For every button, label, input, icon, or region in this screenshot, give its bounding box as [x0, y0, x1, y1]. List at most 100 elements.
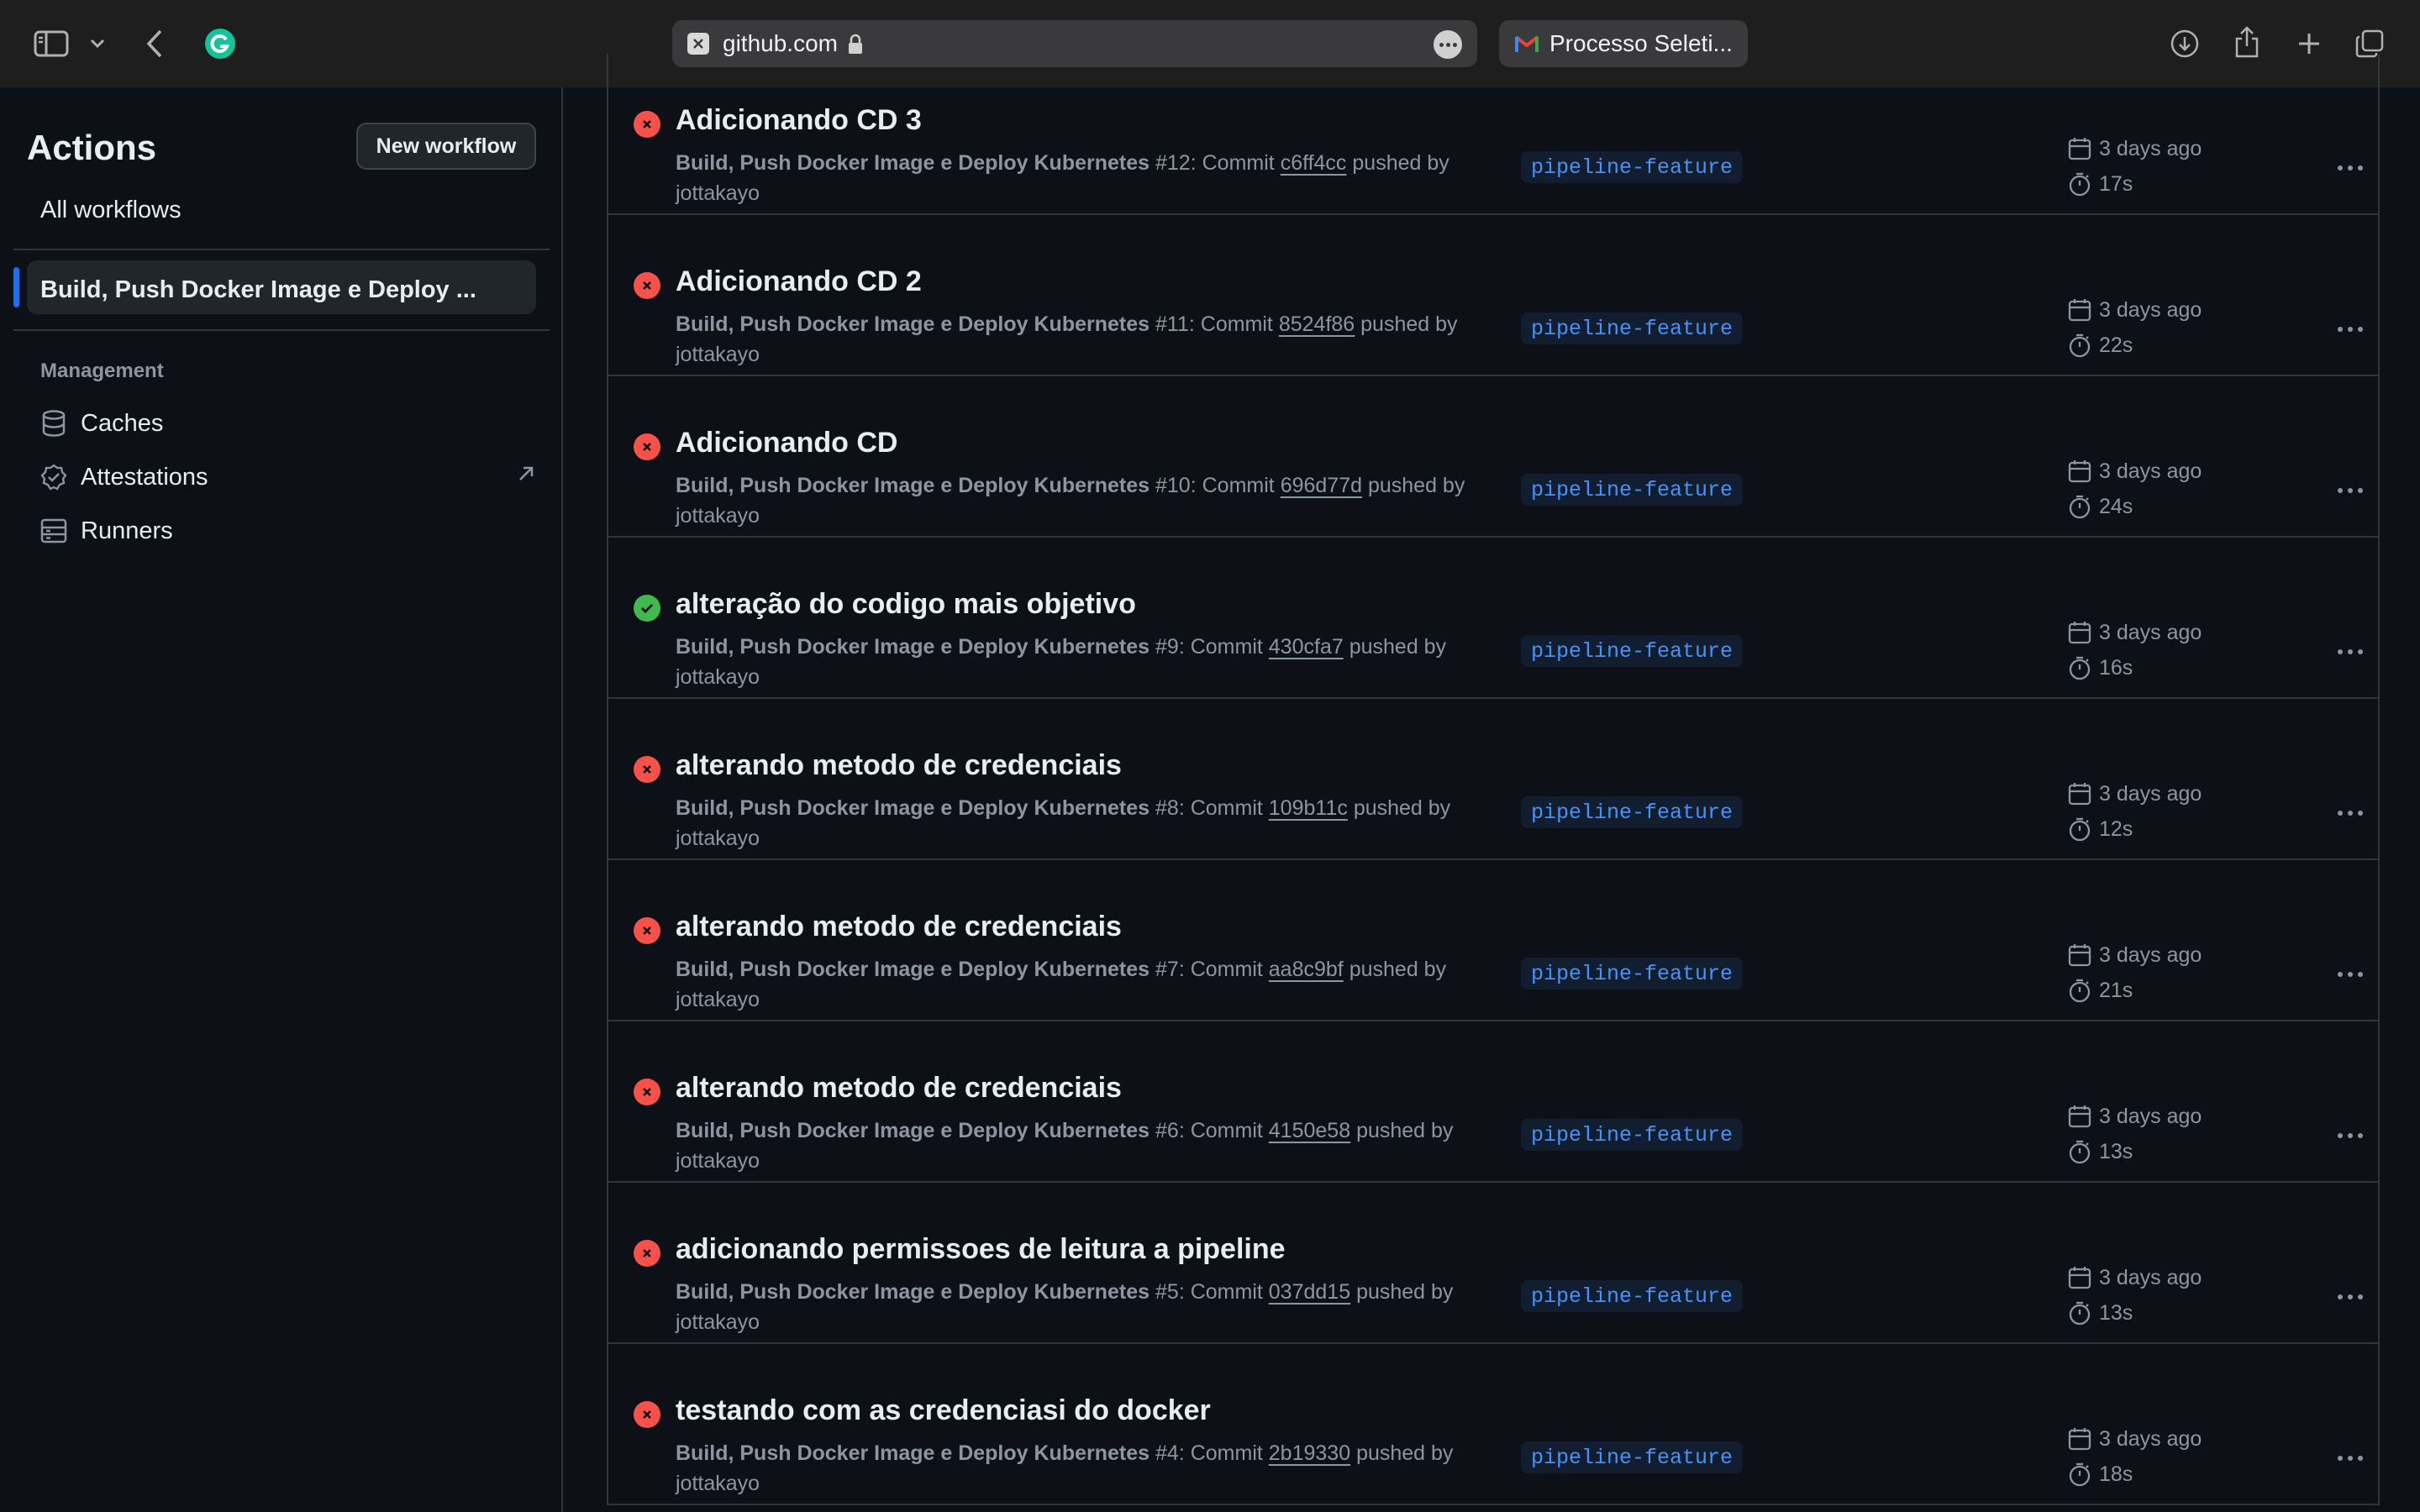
run-title[interactable]: alterando metodo de credenciais — [676, 911, 1122, 943]
sidebar-divider — [13, 249, 550, 250]
actor-name: jottakayo — [676, 1310, 760, 1334]
new-workflow-button[interactable]: New workflow — [356, 123, 536, 170]
workflow-run-row[interactable]: alterando metodo de credenciais Build, P… — [608, 1021, 2378, 1183]
run-title[interactable]: Adicionando CD 3 — [676, 104, 922, 137]
commit-sha-link[interactable]: 109b11c — [1269, 796, 1348, 820]
sidebar-item-caches[interactable]: Caches — [40, 400, 536, 447]
branch-badge[interactable]: pipeline-feature — [1521, 796, 1744, 828]
run-title[interactable]: alterando metodo de credenciais — [676, 1072, 1122, 1105]
run-number: #7 — [1155, 958, 1179, 981]
actor-name: jottakayo — [676, 827, 760, 850]
run-duration-text: 18s — [2099, 1462, 2133, 1486]
commit-sha-link[interactable]: 2b19330 — [1269, 1441, 1350, 1465]
run-duration: 12s — [2067, 816, 2133, 842]
calendar-icon — [2068, 1105, 2091, 1128]
run-options-kebab-icon[interactable] — [2329, 1445, 2371, 1472]
run-meta: Build, Push Docker Image e Deploy Kubern… — [676, 474, 1465, 528]
run-meta: Build, Push Docker Image e Deploy Kubern… — [676, 958, 1447, 1011]
run-duration-text: 17s — [2099, 171, 2133, 196]
address-url: github.com — [723, 30, 838, 56]
commit-sha-link[interactable]: 8524f86 — [1279, 312, 1355, 336]
commit-sha-link[interactable]: 430cfa7 — [1269, 635, 1344, 659]
workflow-run-row[interactable]: Adicionando CD 2 Build, Push Docker Imag… — [608, 215, 2378, 376]
run-number: #11 — [1155, 312, 1189, 336]
run-duration-text: 13s — [2099, 1300, 2133, 1325]
active-workflow-label: Build, Push Docker Image e Deploy ... — [40, 276, 476, 303]
commit-sha-link[interactable]: 4150e58 — [1269, 1119, 1350, 1142]
run-options-kebab-icon[interactable] — [2329, 477, 2371, 504]
workflow-run-row[interactable]: adicionando permissoes de leitura a pipe… — [608, 1183, 2378, 1344]
run-duration: 21s — [2067, 978, 2133, 1003]
run-options-kebab-icon[interactable] — [2329, 961, 2371, 988]
workflow-run-row[interactable]: alterando metodo de credenciais Build, P… — [608, 860, 2378, 1021]
stopwatch-icon — [2069, 495, 2091, 519]
run-date-text: 3 days ago — [2099, 942, 2202, 967]
workflow-run-row[interactable]: Adicionando CD 3 Build, Push Docker Imag… — [608, 54, 2378, 215]
pushed-by-label: pushed by — [1367, 474, 1465, 497]
sidebar-item-attestations[interactable]: Attestations — [40, 454, 536, 501]
chevron-down-icon[interactable] — [87, 32, 108, 55]
workflow-run-row[interactable]: alteração do codigo mais objetivo Build,… — [608, 538, 2378, 699]
run-number: #8 — [1155, 796, 1179, 820]
run-duration: 13s — [2067, 1300, 2133, 1326]
failure-x-icon — [634, 111, 660, 138]
run-title[interactable]: alterando metodo de credenciais — [676, 749, 1122, 782]
commit-sha-link[interactable]: 696d77d — [1281, 474, 1362, 497]
actor-name: jottakayo — [676, 988, 760, 1011]
run-options-kebab-icon[interactable] — [2329, 638, 2371, 665]
commit-sha-link[interactable]: c6ff4cc — [1281, 151, 1347, 175]
run-options-kebab-icon[interactable] — [2329, 1122, 2371, 1149]
sidebar-item-runners[interactable]: Runners — [40, 507, 536, 554]
pushed-by-label: pushed by — [1349, 635, 1447, 659]
workflow-run-row[interactable]: alterando metodo de credenciais Build, P… — [608, 699, 2378, 860]
pushed-by-label: pushed by — [1353, 796, 1451, 820]
workflow-run-row[interactable]: testando com as credenciasi do docker Bu… — [608, 1344, 2378, 1505]
workflow-runs-panel: Adicionando CD 3 Build, Push Docker Imag… — [565, 54, 2420, 1512]
run-meta: Build, Push Docker Image e Deploy Kubern… — [676, 635, 1447, 689]
stopwatch-icon — [2069, 656, 2091, 680]
external-link-arrow-icon — [516, 464, 536, 488]
run-date: 3 days ago — [2067, 459, 2202, 484]
run-options-kebab-icon[interactable] — [2329, 155, 2371, 181]
calendar-icon — [2068, 460, 2091, 483]
run-title[interactable]: Adicionando CD — [676, 427, 897, 459]
branch-badge[interactable]: pipeline-feature — [1521, 1441, 1744, 1473]
commit-sha-link[interactable]: 037dd15 — [1269, 1280, 1350, 1304]
sidebar-toggle-icon[interactable] — [32, 27, 71, 60]
workflow-runs-list: Adicionando CD 3 Build, Push Docker Imag… — [607, 54, 2380, 1505]
run-title[interactable]: alteração do codigo mais objetivo — [676, 588, 1136, 621]
branch-badge[interactable]: pipeline-feature — [1521, 1119, 1744, 1151]
run-title[interactable]: adicionando permissoes de leitura a pipe… — [676, 1233, 1286, 1266]
back-arrow-icon[interactable] — [139, 25, 170, 62]
branch-badge[interactable]: pipeline-feature — [1521, 151, 1744, 183]
workflow-name: Build, Push Docker Image e Deploy Kubern… — [676, 1441, 1150, 1465]
branch-badge[interactable]: pipeline-feature — [1521, 474, 1744, 506]
stopwatch-icon — [2069, 172, 2091, 197]
branch-badge[interactable]: pipeline-feature — [1521, 312, 1744, 344]
workflow-run-row[interactable]: Adicionando CD Build, Push Docker Image … — [608, 376, 2378, 538]
commit-sha-link[interactable]: aa8c9bf — [1269, 958, 1344, 981]
run-date-text: 3 days ago — [2099, 136, 2202, 160]
all-workflows-link[interactable]: All workflows — [40, 197, 182, 224]
branch-badge[interactable]: pipeline-feature — [1521, 958, 1744, 990]
workflow-name: Build, Push Docker Image e Deploy Kubern… — [676, 474, 1150, 497]
run-date-text: 3 days ago — [2099, 1265, 2202, 1289]
run-meta: Build, Push Docker Image e Deploy Kubern… — [676, 151, 1449, 205]
run-options-kebab-icon[interactable] — [2329, 800, 2371, 827]
actor-name: jottakayo — [676, 665, 760, 689]
run-date: 3 days ago — [2067, 1104, 2202, 1129]
branch-badge[interactable]: pipeline-feature — [1521, 1280, 1744, 1312]
sidebar-item-label: Caches — [81, 409, 164, 437]
run-date: 3 days ago — [2067, 1265, 2202, 1290]
grammarly-icon[interactable] — [203, 27, 237, 60]
run-title[interactable]: testando com as credenciasi do docker — [676, 1394, 1211, 1427]
run-date: 3 days ago — [2067, 1426, 2202, 1452]
branch-badge[interactable]: pipeline-feature — [1521, 635, 1744, 667]
run-options-kebab-icon[interactable] — [2329, 1284, 2371, 1310]
run-date: 3 days ago — [2067, 297, 2202, 323]
run-options-kebab-icon[interactable] — [2329, 316, 2371, 343]
workflow-name: Build, Push Docker Image e Deploy Kubern… — [676, 312, 1150, 336]
run-duration-text: 13s — [2099, 1139, 2133, 1163]
run-duration: 22s — [2067, 333, 2133, 358]
run-title[interactable]: Adicionando CD 2 — [676, 265, 922, 298]
